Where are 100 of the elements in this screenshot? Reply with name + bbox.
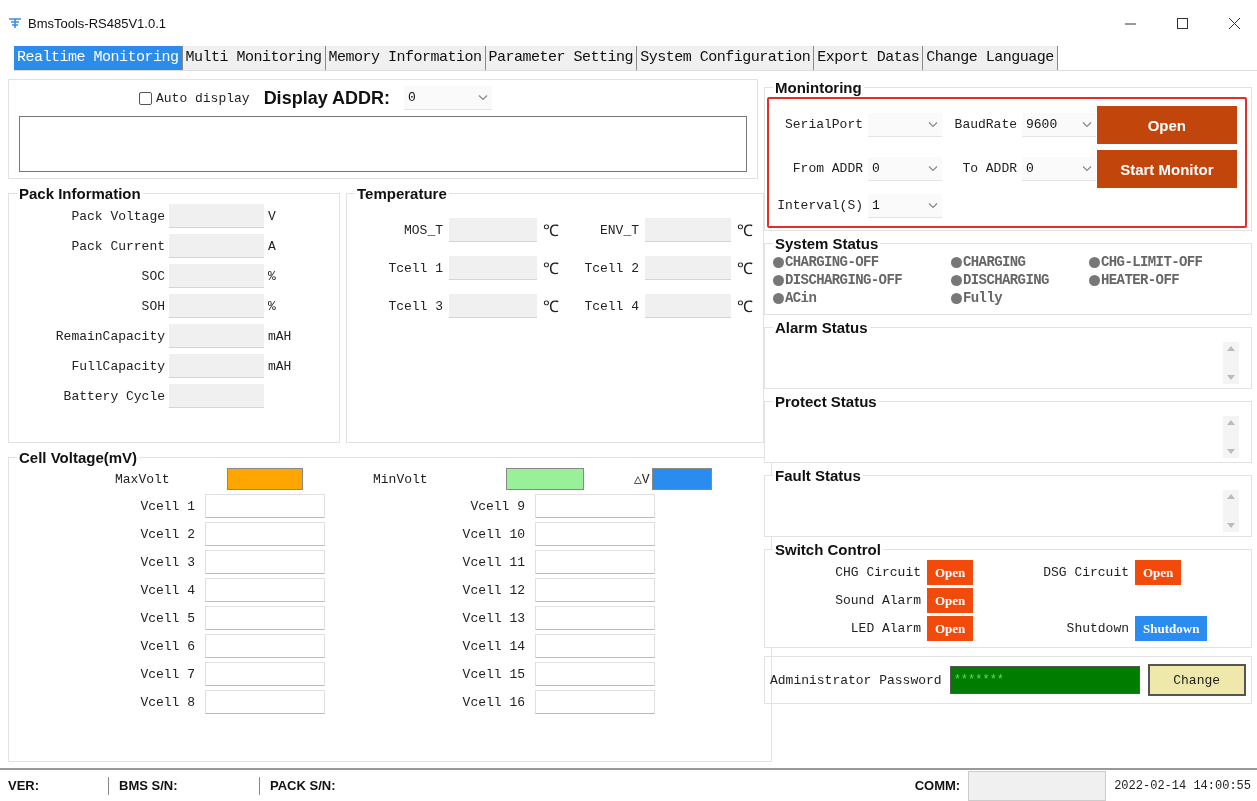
unit-label: ℃ [543,298,560,317]
caret-icon [928,202,938,209]
status-text: COMM: [914,778,961,793]
dropdown[interactable]: 1 [868,194,942,218]
value-field[interactable] [205,522,325,546]
unit-label: mAH [268,358,293,374]
field-label: MaxVolt [115,471,171,487]
switch-label: Shutdown [1065,621,1129,636]
unit-label: % [268,298,277,314]
status-label: CHG-LIMIT-OFF [1101,254,1203,270]
field-label: Vcell 5 [139,610,195,626]
field-label: SOC [140,268,165,284]
field-label: Vcell 15 [461,666,525,682]
group-title: System Status [774,235,880,252]
text-area[interactable] [19,116,747,172]
field-label: To ADDR [961,160,1017,178]
display-addr-label: Display ADDR: [263,87,390,109]
switch-button[interactable]: Open [927,560,974,585]
field-label: FullCapacity [70,358,165,374]
status-label: DISCHARGING [963,272,1049,288]
app-icon [8,17,22,29]
field-label: SerialPort [784,116,863,134]
field-label: Pack Voltage [70,208,165,224]
open-button[interactable]: Open [1097,106,1237,144]
caret-icon [928,165,938,172]
value-field[interactable] [535,578,655,602]
field-label: △V [634,471,650,487]
close-icon [1228,17,1240,29]
switch-label: CHG Circuit [834,565,921,580]
value-field[interactable] [535,634,655,658]
group-title: Fault Status [774,467,862,484]
field-label: Vcell 7 [139,666,195,682]
field-label: Vcell 4 [139,582,195,598]
status-label: Fully [963,290,1002,306]
value-field[interactable] [205,578,325,602]
switch-button[interactable]: Open [927,616,974,641]
group-title: Protect Status [774,393,878,410]
unit-label: ℃ [737,260,754,279]
group-title: Pack Information [18,185,142,202]
field-label: Tcell 4 [583,298,639,314]
value-field[interactable] [535,522,655,546]
tab[interactable]: Change Language [923,46,1058,70]
field-label: BaudRate [953,116,1017,134]
field-label: Battery Cycle [62,388,165,404]
value-field[interactable] [535,662,655,686]
value-field[interactable] [205,606,325,630]
status-label: CHARGING [963,254,1026,270]
field-label: Vcell 16 [461,694,525,710]
tab[interactable]: Export Datas [814,46,924,70]
tab[interactable]: Parameter Setting [485,46,638,70]
group-title: Switch Control [774,541,882,558]
tab[interactable]: Multi Monitoring [182,46,326,70]
field-label: Administrator Password [770,672,942,688]
field-label: Tcell 3 [387,298,443,314]
group-title: Cell Voltage(mV) [18,449,139,466]
start-monitor-button[interactable]: Start Monitor [1097,150,1237,188]
field-label: Vcell 8 [139,694,195,710]
value-field[interactable] [205,550,325,574]
value-field[interactable] [535,550,655,574]
dropdown[interactable] [868,113,942,137]
field-label: SOH [140,298,165,314]
unit-label: A [268,238,277,254]
auto-display-checkbox[interactable]: Auto display [139,90,250,106]
switch-label: DSG Circuit [1042,565,1129,580]
field-label: Vcell 11 [461,554,525,570]
status-text: VER: [8,778,41,793]
field-label: Tcell 2 [583,260,639,276]
value-field[interactable] [535,606,655,630]
window-title: BmsTools-RS485V1.0.1 [28,15,167,31]
value-field[interactable] [205,494,325,518]
value-field[interactable] [205,634,325,658]
unit-label: ℃ [737,298,754,317]
tab[interactable]: Memory Information [325,46,486,70]
field-label: From ADDR [791,160,863,178]
unit-label: mAH [268,328,293,344]
value-field[interactable] [205,690,325,714]
tab[interactable]: System Configuration [637,46,815,70]
caret-icon [1082,165,1092,172]
dropdown[interactable]: 0 [868,157,942,181]
field-label: MinVolt [373,471,429,487]
value-field[interactable] [205,662,325,686]
caret-icon [1082,121,1092,128]
dropdown[interactable]: 0 [404,86,492,110]
dropdown[interactable]: 9600 [1022,113,1096,137]
value-field[interactable] [535,690,655,714]
field-label: MOS_T [403,222,443,238]
group-title: Monintoring [774,79,863,96]
switch-button[interactable]: Open [927,588,974,613]
switch-button[interactable]: Open [1135,560,1182,585]
field-label: Vcell 1 [139,498,195,514]
unit-label: ℃ [543,260,560,279]
status-label: ACin [785,290,817,306]
status-text: PACK S/N: [270,778,337,793]
status-label: CHARGING-OFF [785,254,879,270]
change-button[interactable]: Change [1147,664,1246,696]
caret-icon [478,94,488,101]
value-field[interactable] [535,494,655,518]
unit-label: ℃ [543,222,560,241]
dropdown[interactable]: 0 [1022,157,1096,181]
status-text: BMS S/N: [119,778,179,793]
